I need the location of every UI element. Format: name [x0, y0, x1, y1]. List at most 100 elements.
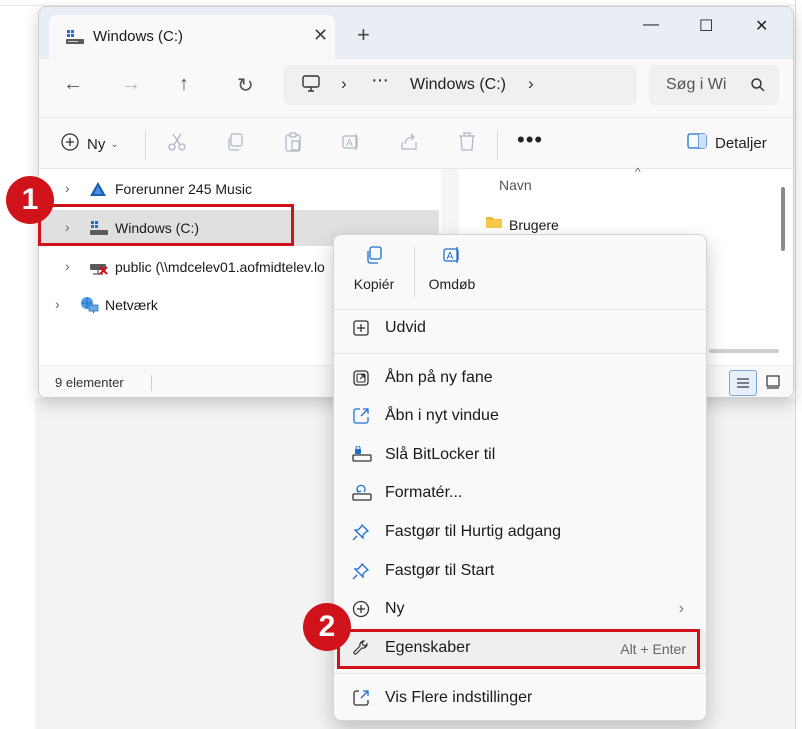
status-divider: [151, 375, 152, 391]
open-new-tab-icon: [352, 369, 370, 392]
share-icon[interactable]: [399, 132, 419, 157]
tab-windows-c[interactable]: Windows (C:) ✕: [49, 15, 335, 59]
new-button-label: Ny: [87, 136, 106, 153]
toolbar-divider: [497, 130, 498, 160]
quick-actions-divider: [414, 247, 415, 297]
expand-icon: [352, 319, 370, 342]
rename-icon: A: [443, 247, 459, 263]
toolbar-divider: [145, 130, 146, 160]
tree-item-forerunner[interactable]: › Forerunner 245 Music: [39, 171, 439, 207]
menu-item-label: Formatér...: [385, 484, 463, 501]
this-pc-icon: [301, 75, 321, 98]
menu-item-open-new-window[interactable]: Åbn i nyt vindue: [334, 399, 706, 435]
network-drive-icon: [89, 259, 109, 280]
tiles-view-button[interactable]: [765, 374, 781, 395]
expand-chevron-icon[interactable]: ›: [55, 296, 60, 312]
highlight-box-step-1: [38, 204, 294, 246]
tab-title: Windows (C:): [93, 28, 184, 45]
menu-item-open-new-tab[interactable]: Åbn på ny fane: [334, 361, 706, 397]
tab-bar: Windows (C:) ✕ + — ☐ ✕: [39, 7, 793, 59]
search-input[interactable]: Søg i Wi: [666, 76, 726, 94]
column-header-name[interactable]: Navn: [499, 177, 532, 193]
address-chevron[interactable]: ›: [341, 74, 347, 94]
svg-text:A: A: [346, 138, 353, 149]
tree-item-label: Netværk: [105, 297, 158, 313]
tab-close-icon[interactable]: ✕: [313, 25, 328, 46]
drive-icon: [65, 29, 85, 50]
network-icon: [79, 296, 99, 319]
refresh-button[interactable]: ↻: [237, 73, 254, 98]
menu-item-format[interactable]: Formatér...: [334, 476, 706, 512]
close-button[interactable]: ✕: [755, 16, 768, 36]
minimize-button[interactable]: —: [643, 16, 659, 34]
open-new-window-icon: [352, 407, 370, 430]
tiles-view-icon: [766, 375, 780, 389]
file-item-brugere[interactable]: Brugere: [485, 215, 559, 234]
address-overflow[interactable]: ···: [371, 69, 389, 92]
context-menu-quick-actions: Kopiér A Omdøb: [334, 235, 706, 305]
menu-item-more-options[interactable]: Vis Flere indstillinger: [334, 681, 706, 717]
rename-label: Omdøb: [428, 276, 476, 292]
more-options-icon: [352, 689, 370, 712]
menu-item-label: Fastgør til Start: [385, 562, 495, 579]
pin-icon: [352, 523, 370, 546]
copy-button[interactable]: Kopiér: [352, 245, 396, 292]
delete-icon[interactable]: [457, 132, 477, 157]
garmin-triangle-icon: [89, 181, 107, 202]
menu-item-label: Udvid: [385, 319, 426, 336]
search-icon: [750, 77, 766, 98]
back-button[interactable]: ←: [63, 73, 83, 96]
forward-button[interactable]: →: [121, 73, 141, 96]
menu-item-label: Åbn på ny fane: [385, 369, 493, 386]
copy-icon: [367, 246, 382, 264]
chevron-right-icon: ›: [678, 600, 684, 617]
menu-item-pin-start[interactable]: Fastgør til Start: [334, 554, 706, 590]
add-circle-icon: [61, 133, 79, 156]
details-button[interactable]: Detaljer: [687, 133, 767, 154]
background-right-edge: [795, 0, 802, 729]
format-icon: [352, 484, 372, 507]
paste-icon[interactable]: [283, 132, 303, 157]
svg-text:A: A: [447, 251, 454, 262]
menu-item-label: Åbn i nyt vindue: [385, 407, 499, 424]
menu-item-new[interactable]: Ny ›: [334, 592, 706, 628]
file-name: Brugere: [509, 216, 559, 233]
details-pane-icon: [687, 133, 707, 154]
item-count: 9 elementer: [55, 375, 124, 390]
pin-icon: [352, 562, 370, 585]
menu-item-udvid[interactable]: Udvid: [334, 311, 706, 347]
menu-divider: [334, 309, 706, 310]
navigation-bar: ← → ↑ ↻ › ··· Windows (C:) › Søg i Wi: [39, 59, 793, 117]
horizontal-scrollbar[interactable]: [709, 349, 779, 353]
vertical-scrollbar[interactable]: [781, 187, 785, 251]
menu-item-pin-quick-access[interactable]: Fastgør til Hurtig adgang: [334, 515, 706, 551]
copy-icon[interactable]: [225, 132, 245, 157]
cut-icon[interactable]: [167, 132, 187, 157]
menu-item-label: Ny: [385, 600, 405, 617]
address-bar[interactable]: › ··· Windows (C:) ›: [283, 65, 637, 105]
expand-chevron-icon[interactable]: ›: [65, 180, 70, 196]
details-label: Detaljer: [715, 135, 767, 152]
copy-label: Kopiér: [353, 276, 395, 292]
new-tab-button[interactable]: +: [357, 22, 370, 48]
rename-icon[interactable]: A: [341, 132, 361, 157]
address-location[interactable]: Windows (C:): [410, 76, 506, 94]
new-icon: [352, 600, 370, 623]
rename-button[interactable]: A Omdøb: [426, 245, 478, 292]
chevron-down-icon: ⌄: [110, 139, 119, 150]
menu-item-bitlocker[interactable]: Slå BitLocker til: [334, 438, 706, 474]
up-button[interactable]: ↑: [179, 73, 189, 96]
menu-item-label: Vis Flere indstillinger: [385, 689, 533, 706]
details-view-button[interactable]: [729, 370, 757, 396]
step-badge-1: 1: [6, 176, 54, 224]
step-badge-2: 2: [303, 603, 351, 651]
sort-arrow-icon: ^: [635, 165, 641, 179]
search-box[interactable]: Søg i Wi: [649, 65, 779, 105]
menu-divider: [334, 673, 706, 674]
menu-divider: [334, 353, 706, 354]
more-options-icon[interactable]: •••: [517, 127, 543, 153]
address-chevron-end[interactable]: ›: [528, 74, 534, 94]
maximize-button[interactable]: ☐: [699, 16, 713, 36]
expand-chevron-icon[interactable]: ›: [65, 258, 70, 274]
new-button[interactable]: Ny ⌄: [61, 133, 119, 156]
